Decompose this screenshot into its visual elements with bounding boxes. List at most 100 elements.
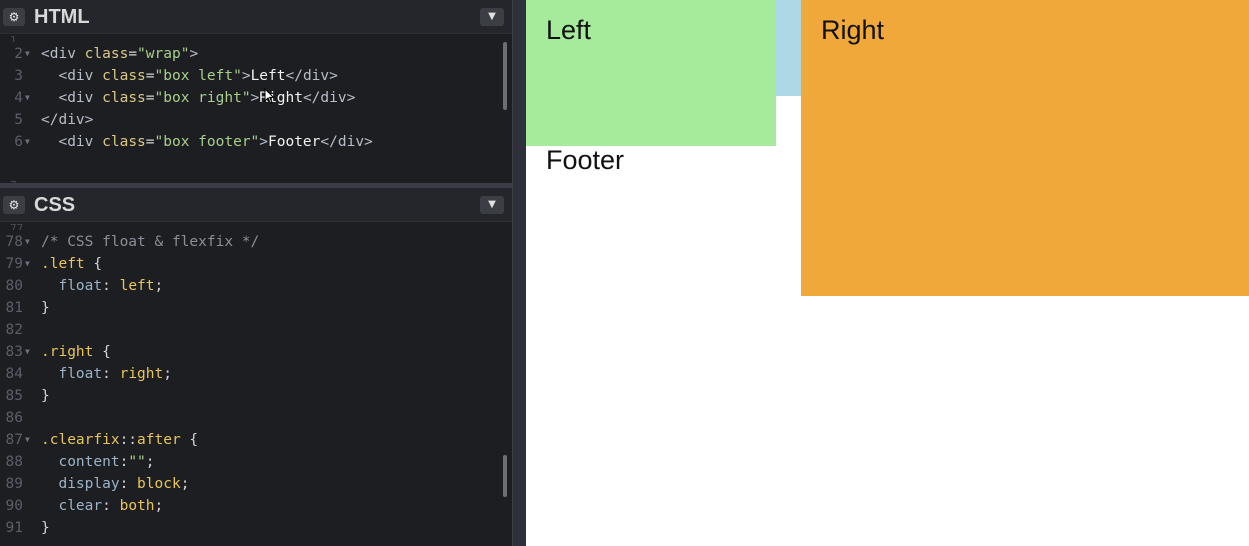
line-number: 80: [5, 278, 23, 294]
line-number: 89: [5, 476, 23, 492]
css-scrollbar[interactable]: [503, 455, 507, 497]
partial-line-top: 77: [10, 222, 24, 230]
css-panel: ⚙ CSS ▼ 77 78 ▼/* CSS float & flexfix */7…: [0, 188, 512, 546]
code-line[interactable]: 6 ▼ <div class="box footer">Footer</div>: [0, 131, 512, 153]
code-token: <div: [58, 68, 103, 84]
code-text: }: [41, 517, 50, 539]
code-token: ;: [163, 366, 172, 382]
code-text: clear: both;: [41, 495, 163, 517]
code-token: <div: [41, 46, 85, 62]
fold-arrow-icon[interactable]: ▼: [25, 231, 30, 253]
line-number: 85: [5, 388, 23, 404]
code-token: ;: [154, 498, 164, 514]
code-text: .left {: [41, 253, 102, 275]
chevron-down-icon[interactable]: ▼: [480, 8, 504, 26]
code-token: "wrap": [137, 46, 190, 62]
editor-preview-divider[interactable]: [512, 0, 526, 546]
line-number: 3: [14, 68, 23, 84]
html-scrollbar[interactable]: [503, 42, 507, 110]
css-code[interactable]: 78 ▼/* CSS float & flexfix */79 ▼ .left {80…: [0, 231, 512, 539]
code-token: {: [84, 256, 103, 272]
code-text: .right {: [41, 341, 111, 363]
code-token: :: [102, 498, 120, 514]
code-line[interactable]: 78 ▼ /* CSS float & flexfix */: [0, 231, 512, 253]
code-text: .clearfix::after {: [41, 429, 198, 451]
code-token: :: [119, 454, 129, 470]
code-token: =: [145, 134, 155, 150]
code-text: /* CSS float & flexfix */: [41, 231, 259, 253]
line-number: 2: [14, 46, 23, 62]
code-text: display: block;: [41, 473, 189, 495]
code-token: </div>: [285, 68, 338, 84]
fold-arrow-icon[interactable]: ▼: [25, 131, 30, 153]
code-line[interactable]: 84 float: right;: [0, 363, 512, 385]
code-token: <div: [58, 90, 103, 106]
code-token: }: [41, 388, 50, 404]
fold-arrow-icon[interactable]: ▼: [25, 253, 30, 275]
code-token: ;: [180, 476, 190, 492]
code-token: </div>: [320, 134, 373, 150]
html-panel: ⚙ HTML ▼ 1 2 ▼ <div class="wrap"> 3 <div cl…: [0, 0, 512, 183]
code-token: block: [137, 476, 181, 492]
gear-icon[interactable]: ⚙: [3, 196, 25, 214]
code-text: content:"";: [41, 451, 154, 473]
code-line[interactable]: 86: [0, 407, 512, 429]
code-token: after: [137, 432, 181, 448]
html-panel-title: HTML: [34, 6, 90, 28]
code-token: .right: [41, 344, 94, 360]
code-token: Left: [250, 68, 286, 84]
line-number: 87: [5, 432, 23, 448]
code-token: {: [180, 432, 199, 448]
right-box: Right: [801, 0, 1249, 296]
code-token: .left: [41, 256, 85, 272]
line-number: 90: [5, 498, 23, 514]
line-number: 83: [5, 344, 23, 360]
css-panel-header: ⚙ CSS ▼: [0, 188, 512, 222]
chevron-down-icon[interactable]: ▼: [480, 196, 504, 214]
code-token: float: [58, 278, 103, 294]
line-number: 6: [14, 134, 23, 150]
code-token: {: [93, 344, 111, 360]
code-token: "box left": [154, 68, 242, 84]
code-line[interactable]: 88 content:"";: [0, 451, 512, 473]
line-number: 82: [5, 322, 23, 338]
code-line[interactable]: 90 clear: both;: [0, 495, 512, 517]
code-line[interactable]: 3 <div class="box left">Left</div>: [0, 65, 512, 87]
right-box-label: Right: [821, 15, 885, 45]
code-token: Footer: [268, 134, 321, 150]
code-token: right: [119, 366, 164, 382]
code-line[interactable]: 5 </div>: [0, 109, 512, 131]
line-number: 78: [5, 234, 23, 250]
code-token: display: [58, 476, 120, 492]
fold-arrow-icon[interactable]: ▼: [25, 341, 30, 363]
fold-arrow-icon[interactable]: ▼: [25, 87, 30, 109]
code-line[interactable]: 2 ▼ <div class="wrap">: [0, 43, 512, 65]
left-box-label: Left: [546, 15, 592, 45]
code-line[interactable]: 82: [0, 319, 512, 341]
code-line[interactable]: 91}: [0, 517, 512, 539]
css-panel-title: CSS: [34, 194, 76, 216]
code-line[interactable]: 80 float: left;: [0, 275, 512, 297]
html-code[interactable]: 2 ▼ <div class="wrap"> 3 <div class="box le…: [0, 43, 512, 153]
code-line[interactable]: 87 ▼ .clearfix::after {: [0, 429, 512, 451]
code-line[interactable]: 85}: [0, 385, 512, 407]
fold-arrow-icon[interactable]: ▼: [25, 429, 30, 451]
code-line[interactable]: 89 display: block;: [0, 473, 512, 495]
gear-icon[interactable]: ⚙: [3, 8, 25, 26]
code-line[interactable]: 83 ▼ .right {: [0, 341, 512, 363]
fold-arrow-icon[interactable]: ▼: [25, 43, 30, 65]
partial-line-top: 1: [10, 34, 17, 42]
mouse-cursor-icon: [264, 88, 275, 104]
code-token: >: [189, 46, 199, 62]
code-token: =: [128, 46, 138, 62]
code-token: .clearfix: [41, 432, 120, 448]
code-token: :: [119, 476, 138, 492]
code-line[interactable]: 4 ▼ <div class="box right">Right</div>: [0, 87, 512, 109]
code-line[interactable]: 81}: [0, 297, 512, 319]
code-line[interactable]: 79 ▼ .left {: [0, 253, 512, 275]
